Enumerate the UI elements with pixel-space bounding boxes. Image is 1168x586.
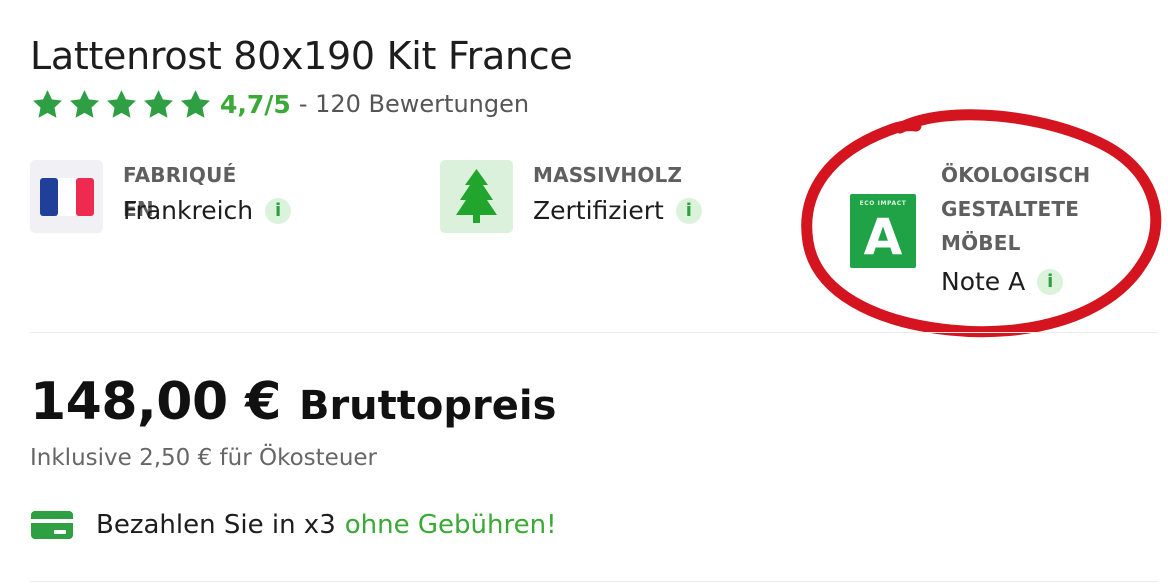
feature-label: ÖKOLOGISCH [941,163,1091,187]
info-icon[interactable]: i [1037,268,1064,295]
feature-label: GESTALTETE [941,197,1080,221]
price-type: Bruttopreis [298,383,557,429]
star-icon [144,89,173,118]
star-icon [181,89,210,118]
info-icon[interactable]: i [675,197,702,224]
info-icon[interactable]: i [265,197,292,224]
credit-card-icon [31,511,73,539]
feature-value: Note A [941,267,1026,296]
star-icon [33,89,62,118]
eco-tax-note: Inklusive 2,50 € für Ökosteuer [30,445,378,471]
product-title: Lattenrost 80x190 Kit France [30,34,573,78]
review-count-link[interactable]: - 120 Bewertungen [299,90,529,118]
feature-label: MÖBEL [941,231,1021,255]
price-block: 148,00 € Bruttopreis [30,372,556,432]
star-icon [70,89,99,118]
payment-highlight: ohne Gebühren! [344,510,557,540]
rating-score: 4,7/5 [220,89,291,119]
tree-icon [440,160,513,233]
section-divider [30,581,1158,582]
price-amount: 148,00 € [30,372,281,432]
feature-value: Zertifiziert [533,196,664,225]
payment-installments[interactable]: Bezahlen Sie in x3 ohne Gebühren! [30,508,557,542]
rating-row[interactable]: 4,7/5 - 120 Bewertungen [30,86,529,122]
star-icon [107,89,136,118]
eco-impact-badge-icon: ECO IMPACT A [850,194,916,268]
payment-text: Bezahlen Sie in x3 [96,510,336,540]
star-rating [30,88,215,121]
section-divider [30,332,1158,333]
feature-value: Frankreich [123,196,254,225]
french-flag-icon [30,160,103,233]
feature-label: MASSIVHOLZ [533,163,683,187]
